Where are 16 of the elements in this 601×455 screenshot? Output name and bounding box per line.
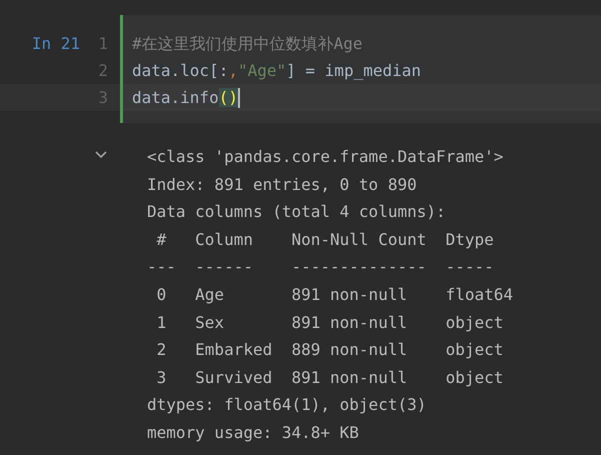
cell-prompt: In 21 <box>32 34 80 53</box>
text-cursor <box>238 88 240 108</box>
output-line: 3 Survived 891 non-null object <box>156 366 504 389</box>
output-line: Data columns (total 4 columns): <box>147 201 447 224</box>
output-line: # Column Non-Null Count Dtype <box>156 228 495 251</box>
line-number: 1 <box>98 34 108 53</box>
output-line: --- ------ -------------- ----- <box>147 256 495 278</box>
line-number: 2 <box>98 61 108 80</box>
output-line: Index: 891 entries, 0 to 890 <box>147 174 418 196</box>
output-line: 1 Sex 891 non-null object <box>156 312 504 334</box>
output-line: 2 Embarked 889 non-null object <box>156 339 504 362</box>
output-line: memory usage: 34.8+ KB <box>147 422 360 444</box>
chevron-down-icon[interactable] <box>95 151 107 159</box>
output-line: dtypes: float64(1), object(3) <box>147 394 428 416</box>
output-line: 0 Age 891 non-null float64 <box>156 284 514 306</box>
output-line: <class 'pandas.core.frame.DataFrame'> <box>147 146 504 168</box>
